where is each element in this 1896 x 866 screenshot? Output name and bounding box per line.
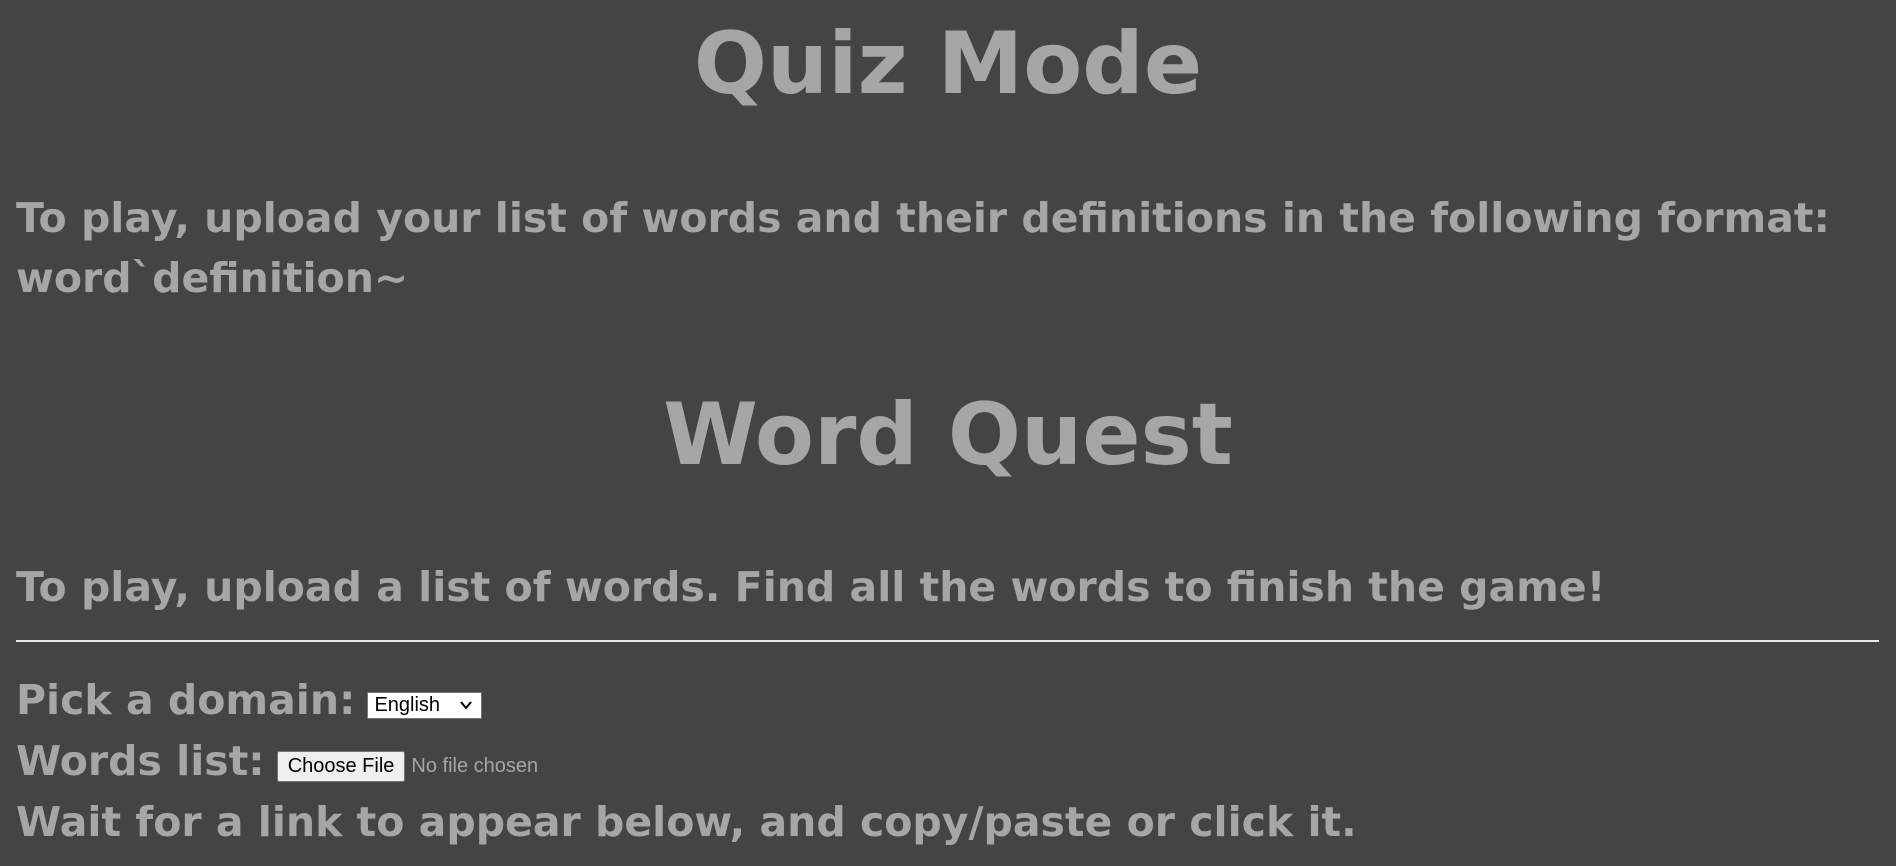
wait-message-row: Wait for a link to appear below, and cop… <box>16 792 1357 852</box>
words-list-label: Words list: <box>16 737 265 785</box>
quiz-mode-format: word`definition~ <box>16 254 409 302</box>
domain-select[interactable]: English <box>367 691 483 719</box>
domain-row: Pick a domain: English <box>16 670 483 730</box>
quiz-mode-title: Quiz Mode <box>693 14 1203 114</box>
words-list-row: Words list: Choose File No file chosen <box>16 731 538 791</box>
divider <box>16 640 1879 642</box>
choose-file-button[interactable]: Choose File <box>276 750 406 782</box>
chevron-down-icon <box>457 696 475 714</box>
file-status: No file chosen <box>411 754 539 777</box>
domain-label: Pick a domain: <box>16 676 356 724</box>
wait-message: Wait for a link to appear below, and cop… <box>16 798 1357 846</box>
words-file-input[interactable]: Choose File No file chosen <box>276 750 539 782</box>
domain-select-value: English <box>374 693 441 716</box>
word-quest-title: Word Quest <box>663 385 1233 485</box>
word-quest-description: To play, upload a list of words. Find al… <box>16 563 1606 611</box>
page: Quiz Mode To play, upload your list of w… <box>0 0 1896 866</box>
quiz-mode-description: To play, upload your list of words and t… <box>16 194 1830 242</box>
